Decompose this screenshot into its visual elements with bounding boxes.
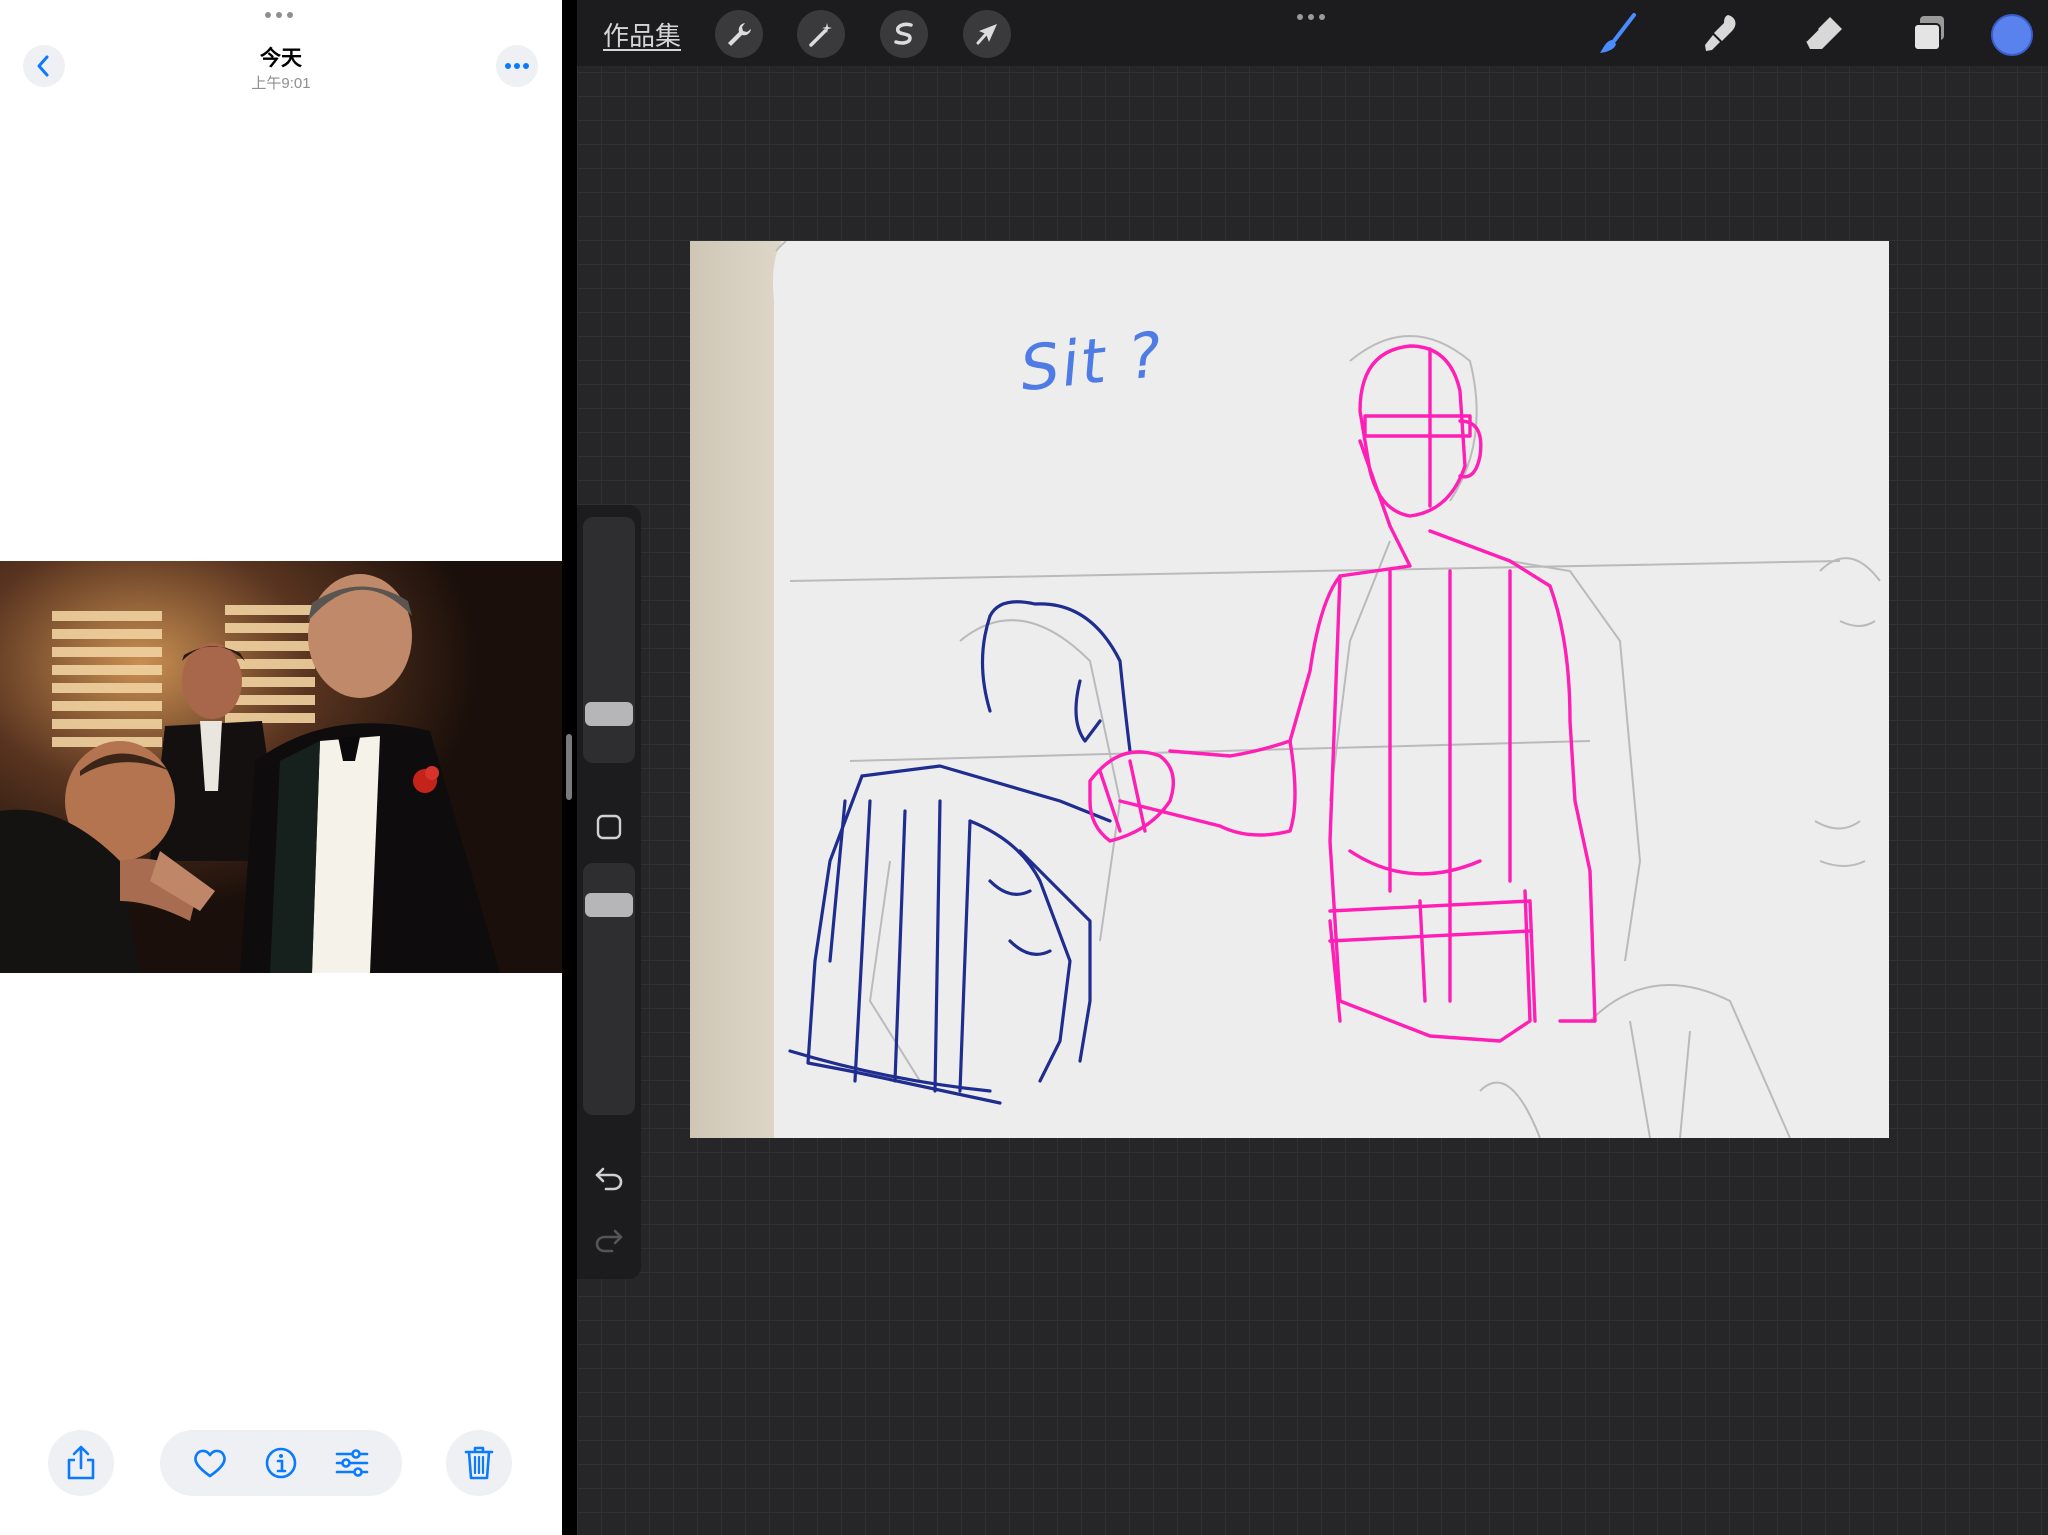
info-button[interactable]	[261, 1443, 301, 1483]
brush-icon	[1600, 13, 1636, 53]
heart-icon	[193, 1449, 226, 1478]
brush-size-knob[interactable]	[585, 702, 633, 726]
actions-button[interactable]	[715, 10, 763, 58]
drawing-canvas[interactable]: Sit ?	[690, 241, 1889, 1138]
info-icon	[265, 1447, 297, 1479]
modify-button[interactable]	[593, 811, 625, 843]
split-view-screen: 今天 上午9:01 作品集 Sit ?	[0, 0, 2048, 1535]
sliders-icon	[336, 1449, 369, 1477]
wrench-icon	[728, 23, 751, 46]
eraser-icon	[1805, 17, 1842, 49]
layers-icon	[1913, 16, 1944, 51]
multitasking-handle[interactable]	[1297, 14, 1325, 20]
multitasking-handle[interactable]	[265, 12, 293, 18]
adjustments-button[interactable]	[797, 10, 845, 58]
edit-adjust-button[interactable]	[332, 1443, 372, 1483]
eraser-tool[interactable]	[1799, 8, 1851, 60]
redo-icon	[595, 1229, 623, 1253]
brush-size-slider[interactable]	[583, 517, 635, 763]
brush-tool[interactable]	[1591, 8, 1643, 60]
movie-still-photo	[0, 561, 562, 973]
procreate-sidebar	[577, 505, 641, 1279]
color-picker-button[interactable]	[1991, 14, 2033, 56]
photos-pane: 今天 上午9:01	[0, 0, 562, 1535]
transform-button[interactable]	[963, 10, 1011, 58]
redo-button[interactable]	[591, 1223, 627, 1259]
favorite-button[interactable]	[190, 1443, 230, 1483]
undo-icon	[595, 1167, 623, 1191]
trash-icon	[464, 1446, 494, 1480]
delete-button[interactable]	[446, 1430, 512, 1496]
share-icon	[67, 1445, 95, 1480]
undo-button[interactable]	[591, 1161, 627, 1197]
layers-button[interactable]	[1903, 8, 1955, 60]
procreate-toolbar: 作品集	[577, 0, 2048, 66]
selection-button[interactable]	[880, 10, 928, 58]
share-button[interactable]	[48, 1430, 114, 1496]
photo-actions-group	[160, 1430, 402, 1496]
sketch-artwork	[690, 241, 1889, 1138]
ellipsis-icon	[505, 63, 529, 69]
arrow-cursor-icon	[976, 24, 997, 45]
gallery-button[interactable]: 作品集	[603, 16, 681, 53]
page-title: 今天	[260, 47, 302, 70]
procreate-pane: 作品集 Sit ?	[577, 0, 2048, 1535]
smudge-tool[interactable]	[1695, 8, 1747, 60]
divider-handle[interactable]	[566, 734, 572, 800]
more-button[interactable]	[496, 45, 538, 87]
handwritten-note: Sit ?	[1016, 317, 1167, 406]
smudge-icon	[1705, 15, 1736, 51]
opacity-knob[interactable]	[585, 893, 633, 917]
split-view-divider[interactable]	[562, 0, 577, 1535]
square-icon	[596, 814, 622, 840]
magic-wand-icon	[809, 23, 832, 47]
selection-icon	[894, 22, 913, 45]
photo-timestamp: 上午9:01	[251, 75, 311, 92]
photo-viewer[interactable]	[0, 561, 562, 973]
opacity-slider[interactable]	[583, 863, 635, 1115]
